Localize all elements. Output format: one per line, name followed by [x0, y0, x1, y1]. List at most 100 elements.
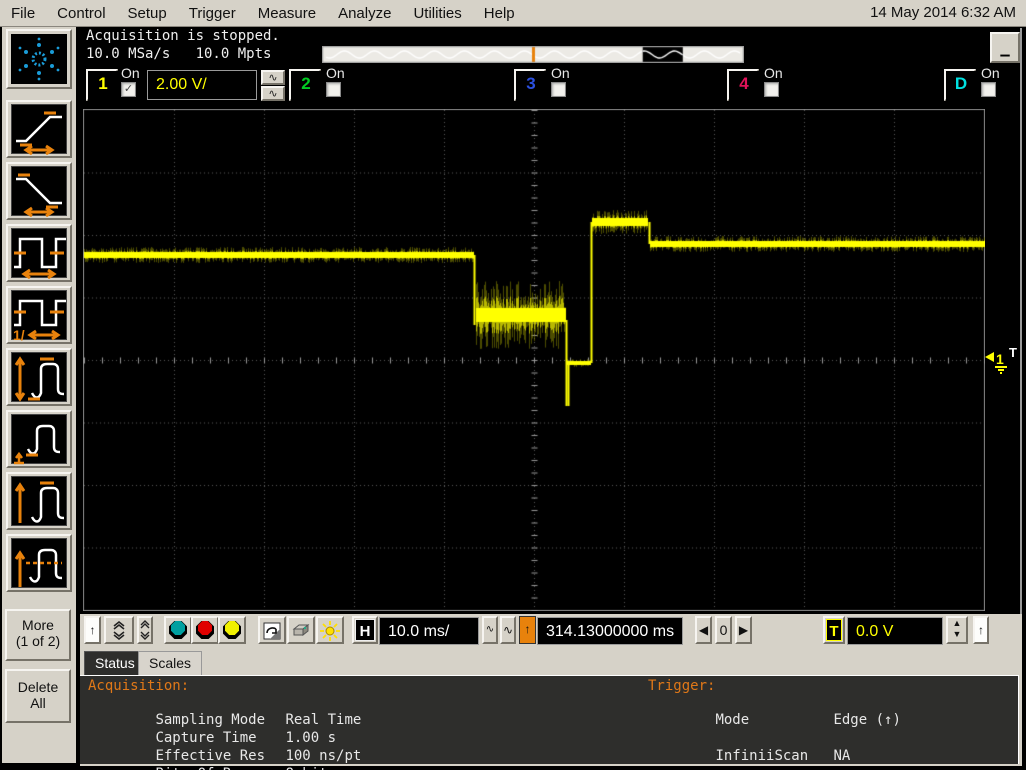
quick-action-button[interactable]	[258, 616, 286, 644]
horizontal-menu-button[interactable]: H	[352, 616, 378, 644]
printer-icon	[292, 623, 310, 637]
menu-utilities[interactable]: Utilities	[402, 2, 472, 25]
fall-time-icon	[16, 173, 62, 217]
more-button[interactable]: More (1 of 2)	[5, 609, 71, 661]
tool-frequency[interactable]: 1/	[6, 286, 72, 344]
delete-all-label1: Delete	[17, 679, 59, 695]
channel-1-on: On ✓	[121, 66, 140, 97]
menu-analyze[interactable]: Analyze	[327, 2, 402, 25]
channel-1-label: 1	[88, 71, 118, 101]
menu-measure[interactable]: Measure	[247, 2, 327, 25]
sine-icon: ∿	[268, 88, 278, 100]
channel-2-label: 2	[291, 71, 321, 101]
trigger-delay-value[interactable]: 314.13000000 ms	[537, 617, 683, 645]
menu-bar: File Control Setup Trigger Measure Analy…	[0, 0, 1026, 27]
display-brightness-button[interactable]	[316, 616, 344, 644]
trigger-slope-indicator-button[interactable]: ↑	[973, 616, 989, 644]
trigger-menu-button[interactable]: T	[823, 616, 845, 644]
run-icon	[169, 621, 187, 639]
channel-4-label: 4	[729, 71, 759, 101]
trigger-level-spinner[interactable]: ▲ ▼	[946, 616, 968, 644]
channel-1-button[interactable]: 1	[86, 69, 118, 101]
minimize-button[interactable]: –	[990, 32, 1020, 66]
waveform-display[interactable]	[83, 109, 985, 611]
menu-help[interactable]: Help	[473, 2, 526, 25]
single-button[interactable]	[218, 616, 246, 644]
channel-digital-button[interactable]: D	[944, 69, 976, 101]
trigger-slope-button[interactable]: ↑	[519, 616, 536, 644]
channel-1-scale[interactable]: 2.00 V/	[147, 70, 257, 100]
sample-rate-text: 10.0 MSa/s 10.0 Mpts	[86, 46, 272, 62]
channel-3-button[interactable]: 3	[514, 69, 546, 101]
vertical-expand-button[interactable]	[104, 616, 134, 644]
delay-left-button[interactable]: ◀	[695, 616, 712, 644]
acquisition-section-title: Acquisition:	[88, 678, 190, 694]
tab-status[interactable]: Status	[84, 651, 146, 675]
tool-average[interactable]	[6, 534, 72, 592]
channel-2-checkbox[interactable]	[326, 82, 341, 97]
spin-down-icon: ▼	[952, 629, 962, 639]
stop-button[interactable]	[191, 616, 219, 644]
channel-digital-on-label: On	[981, 65, 1000, 81]
vertical-scroll-button[interactable]	[137, 616, 153, 644]
up-arrow-icon: ↑	[978, 623, 984, 637]
channel-3-on-label: On	[551, 65, 570, 81]
channel-1-coupling-button[interactable]: ∿	[261, 70, 285, 85]
tool-fall-time[interactable]	[6, 162, 72, 220]
frequency-prefix: 1/	[13, 327, 25, 341]
ground-trigger-marker[interactable]: 1 T	[985, 345, 1023, 379]
delete-all-button[interactable]: Delete All	[5, 669, 71, 723]
tool-period[interactable]	[6, 224, 72, 282]
menu-control[interactable]: Control	[46, 2, 116, 25]
delay-right-button[interactable]: ▶	[735, 616, 752, 644]
channel-2-on-label: On	[326, 65, 345, 81]
print-button[interactable]	[287, 616, 315, 644]
double-chevron-small-icon	[140, 620, 150, 640]
channel-2-on: On	[326, 66, 345, 97]
touch-pointer-button[interactable]: ↑	[84, 616, 101, 644]
double-chevron-icon	[113, 620, 125, 641]
zoom-out-wave-button[interactable]: ∿	[482, 616, 498, 644]
left-arrow-icon: ◀	[698, 623, 709, 637]
tab-scales[interactable]: Scales	[138, 651, 203, 675]
channel-4-button[interactable]: 4	[727, 69, 759, 101]
channel-digital-label: D	[946, 71, 976, 101]
tool-peak-to-peak[interactable]	[6, 348, 72, 406]
minimize-icon: –	[999, 45, 1011, 66]
channel-1-filter-button[interactable]: ∿	[261, 86, 285, 101]
agilent-logo	[6, 29, 72, 89]
right-arrow-icon: ▶	[738, 623, 749, 637]
menu-trigger[interactable]: Trigger	[178, 2, 247, 25]
menu-setup[interactable]: Setup	[117, 2, 178, 25]
tool-rise-time[interactable]	[6, 100, 72, 158]
channel-digital-checkbox[interactable]	[981, 82, 996, 97]
average-icon	[14, 548, 63, 587]
zero-label: 0	[719, 622, 728, 638]
spark-logo-icon	[18, 37, 60, 81]
t-label: T	[826, 619, 842, 641]
single-icon	[223, 621, 241, 639]
channel-3-checkbox[interactable]	[551, 82, 566, 97]
sine-small-icon: ∿	[485, 624, 495, 635]
waveform-position-bar[interactable]	[322, 46, 744, 63]
slope-up-icon: ↑	[524, 622, 531, 636]
h-label: H	[355, 619, 375, 641]
timebase-value[interactable]: 10.0 ms/	[379, 617, 479, 645]
sine-icon: ∿	[502, 623, 514, 637]
run-button[interactable]	[164, 616, 192, 644]
trigger-level-value[interactable]: 0.0 V	[847, 617, 943, 645]
channel-2-button[interactable]: 2	[289, 69, 321, 101]
marker-channel-number: 1	[996, 351, 1004, 367]
menu-file[interactable]: File	[0, 2, 46, 25]
trig-row-mode: Mode Edge (↑)	[715, 712, 901, 728]
delay-zero-button[interactable]: 0	[715, 616, 732, 644]
tool-minimum[interactable]	[6, 410, 72, 468]
more-label: More	[22, 617, 54, 633]
maximum-icon	[14, 481, 65, 523]
peak-to-peak-icon	[14, 356, 65, 402]
zoom-in-wave-button[interactable]: ∿	[500, 616, 516, 644]
channel-1-checkbox[interactable]: ✓	[121, 82, 136, 97]
channel-4-checkbox[interactable]	[764, 82, 779, 97]
tool-maximum[interactable]	[6, 472, 72, 530]
more-page-label: (1 of 2)	[15, 633, 61, 649]
